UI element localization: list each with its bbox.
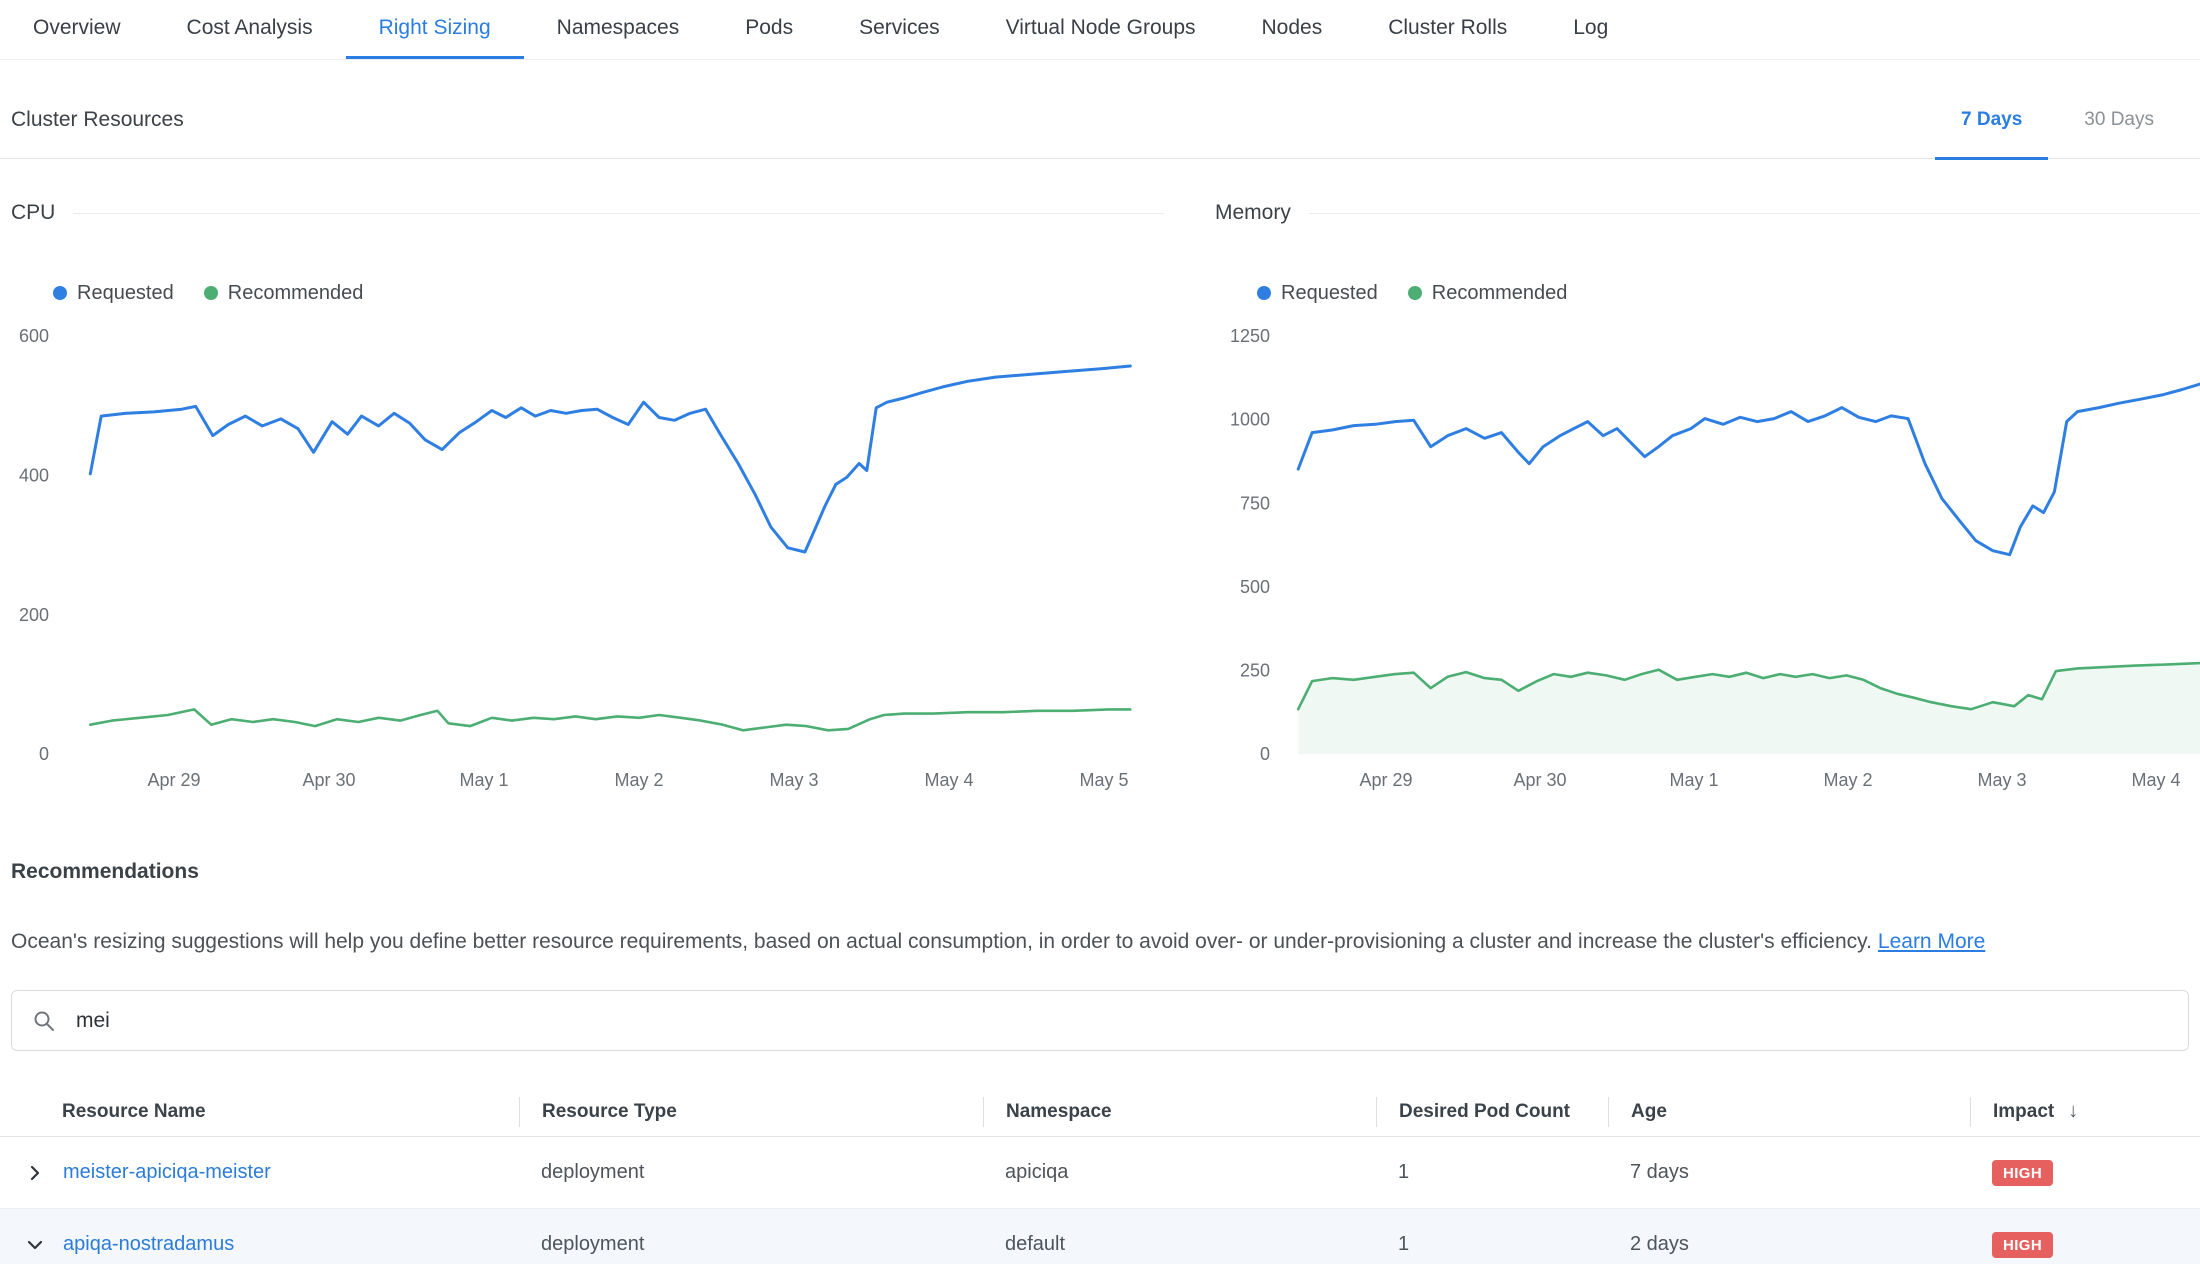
namespace-cell: apiciqa	[983, 1161, 1376, 1184]
resource-type-cell: deployment	[519, 1233, 983, 1256]
range-option-30-days[interactable]: 30 Days	[2058, 109, 2180, 158]
desired-pod-count-cell: 1	[1376, 1161, 1608, 1184]
legend-item-recommended: Recommended	[1408, 282, 1568, 305]
tab-overview[interactable]: Overview	[0, 0, 154, 59]
tab-services[interactable]: Services	[826, 0, 973, 59]
svg-text:May 4: May 4	[2131, 770, 2180, 790]
legend-item-requested: Requested	[53, 282, 174, 305]
requested-legend-dot-icon	[1257, 286, 1271, 300]
resource-name-link[interactable]: apiqa-nostradamus	[63, 1233, 234, 1256]
svg-text:May 4: May 4	[924, 770, 973, 790]
memory-chart-legend: Requested Recommended	[1257, 279, 2200, 307]
svg-text:May 2: May 2	[614, 770, 663, 790]
cluster-resources-header: Cluster Resources 7 Days 30 Days	[0, 60, 2200, 159]
svg-text:0: 0	[1260, 744, 1270, 764]
search-input[interactable]	[56, 1009, 2168, 1033]
table-row: apiqa-nostradamus deployment default 1 2…	[0, 1209, 2200, 1264]
column-header-resource-type[interactable]: Resource Type	[519, 1097, 983, 1127]
svg-text:May 3: May 3	[769, 770, 818, 790]
collapse-chevron-down-icon[interactable]	[25, 1234, 55, 1256]
recommended-legend-dot-icon	[1408, 286, 1422, 300]
svg-text:May 1: May 1	[459, 770, 508, 790]
table-header-row: Resource Name Resource Type Namespace De…	[0, 1087, 2200, 1137]
sort-desc-icon[interactable]: ↓	[2068, 1100, 2078, 1123]
recommended-legend-dot-icon	[204, 286, 218, 300]
svg-text:Apr 30: Apr 30	[1513, 770, 1566, 790]
tab-cluster-rolls[interactable]: Cluster Rolls	[1355, 0, 1540, 59]
column-header-age[interactable]: Age	[1608, 1097, 1970, 1127]
svg-text:500: 500	[1240, 577, 1270, 597]
search-icon	[32, 1009, 56, 1033]
resource-name-link[interactable]: meister-apiciqa-meister	[63, 1161, 271, 1184]
legend-item-requested: Requested	[1257, 282, 1378, 305]
memory-line-chart: 0 250 500 750 1000 1250 Apr 29 Apr 30 May 1 May 2…	[1215, 316, 2200, 796]
recommendations-table: Resource Name Resource Type Namespace De…	[0, 1087, 2200, 1264]
impact-badge: HIGH	[1992, 1160, 2053, 1186]
svg-text:0: 0	[39, 744, 49, 764]
memory-chart-panel: Memory Requested Recommended 0 250 500 750 1…	[1215, 199, 2200, 796]
svg-text:May 1: May 1	[1669, 770, 1718, 790]
cluster-resources-title: Cluster Resources	[11, 108, 184, 132]
svg-text:400: 400	[19, 465, 49, 485]
namespace-cell: default	[983, 1233, 1376, 1256]
resource-type-cell: deployment	[519, 1161, 983, 1184]
column-header-impact[interactable]: Impact↓	[1970, 1097, 2200, 1127]
tab-namespaces[interactable]: Namespaces	[524, 0, 713, 59]
tab-nodes[interactable]: Nodes	[1229, 0, 1356, 59]
divider	[73, 213, 1164, 214]
column-header-namespace[interactable]: Namespace	[983, 1097, 1376, 1127]
legend-item-recommended: Recommended	[204, 282, 364, 305]
impact-badge: HIGH	[1992, 1232, 2053, 1258]
description-text: Ocean's resizing suggestions will help y…	[11, 930, 1872, 953]
cpu-chart-legend: Requested Recommended	[53, 279, 1164, 307]
time-range-toggle: 7 Days 30 Days	[1935, 109, 2180, 158]
top-nav: Overview Cost Analysis Right Sizing Name…	[0, 0, 2200, 60]
tab-right-sizing[interactable]: Right Sizing	[346, 0, 524, 59]
tab-log[interactable]: Log	[1540, 0, 1641, 59]
legend-label: Recommended	[1432, 282, 1568, 305]
desired-pod-count-cell: 1	[1376, 1233, 1608, 1256]
legend-label: Requested	[1281, 282, 1378, 305]
svg-text:May 5: May 5	[1079, 770, 1128, 790]
svg-text:200: 200	[19, 605, 49, 625]
svg-text:600: 600	[19, 326, 49, 346]
range-option-7-days[interactable]: 7 Days	[1935, 109, 2048, 158]
svg-text:May 3: May 3	[1977, 770, 2026, 790]
svg-text:1000: 1000	[1230, 410, 1270, 430]
svg-text:1250: 1250	[1230, 326, 1270, 346]
cpu-line-chart: 0 200 400 600 Apr 29 Apr 30 May 1 May 2 May 3 May…	[11, 316, 1164, 796]
svg-text:Apr 30: Apr 30	[302, 770, 355, 790]
expand-chevron-right-icon[interactable]	[25, 1162, 55, 1184]
age-cell: 7 days	[1608, 1161, 1970, 1184]
memory-chart-title: Memory	[1215, 201, 1291, 225]
recommendations-title: Recommendations	[11, 860, 2189, 884]
cpu-chart-panel: CPU Requested Recommended 0 200 400 600 Apr …	[11, 199, 1164, 796]
recommendations-description: Ocean's resizing suggestions will help y…	[11, 930, 2189, 954]
charts-row: CPU Requested Recommended 0 200 400 600 Apr …	[0, 199, 2200, 796]
svg-text:750: 750	[1240, 493, 1270, 513]
table-row: meister-apiciqa-meister deployment apici…	[0, 1137, 2200, 1209]
cpu-chart-title: CPU	[11, 201, 55, 225]
tab-cost-analysis[interactable]: Cost Analysis	[154, 0, 346, 59]
legend-label: Recommended	[228, 282, 364, 305]
tab-pods[interactable]: Pods	[712, 0, 826, 59]
svg-text:Apr 29: Apr 29	[147, 770, 200, 790]
column-header-desired-pod-count[interactable]: Desired Pod Count	[1376, 1097, 1608, 1127]
svg-text:250: 250	[1240, 661, 1270, 681]
legend-label: Requested	[77, 282, 174, 305]
column-header-resource-name[interactable]: Resource Name	[0, 1097, 519, 1127]
search-box[interactable]	[11, 990, 2189, 1051]
requested-legend-dot-icon	[53, 286, 67, 300]
svg-text:May 2: May 2	[1823, 770, 1872, 790]
divider	[1309, 213, 2200, 214]
age-cell: 2 days	[1608, 1233, 1970, 1256]
svg-text:Apr 29: Apr 29	[1359, 770, 1412, 790]
tab-virtual-node-groups[interactable]: Virtual Node Groups	[973, 0, 1229, 59]
recommendations-section: Recommendations Ocean's resizing suggest…	[0, 860, 2200, 1264]
learn-more-link[interactable]: Learn More	[1878, 930, 1985, 953]
